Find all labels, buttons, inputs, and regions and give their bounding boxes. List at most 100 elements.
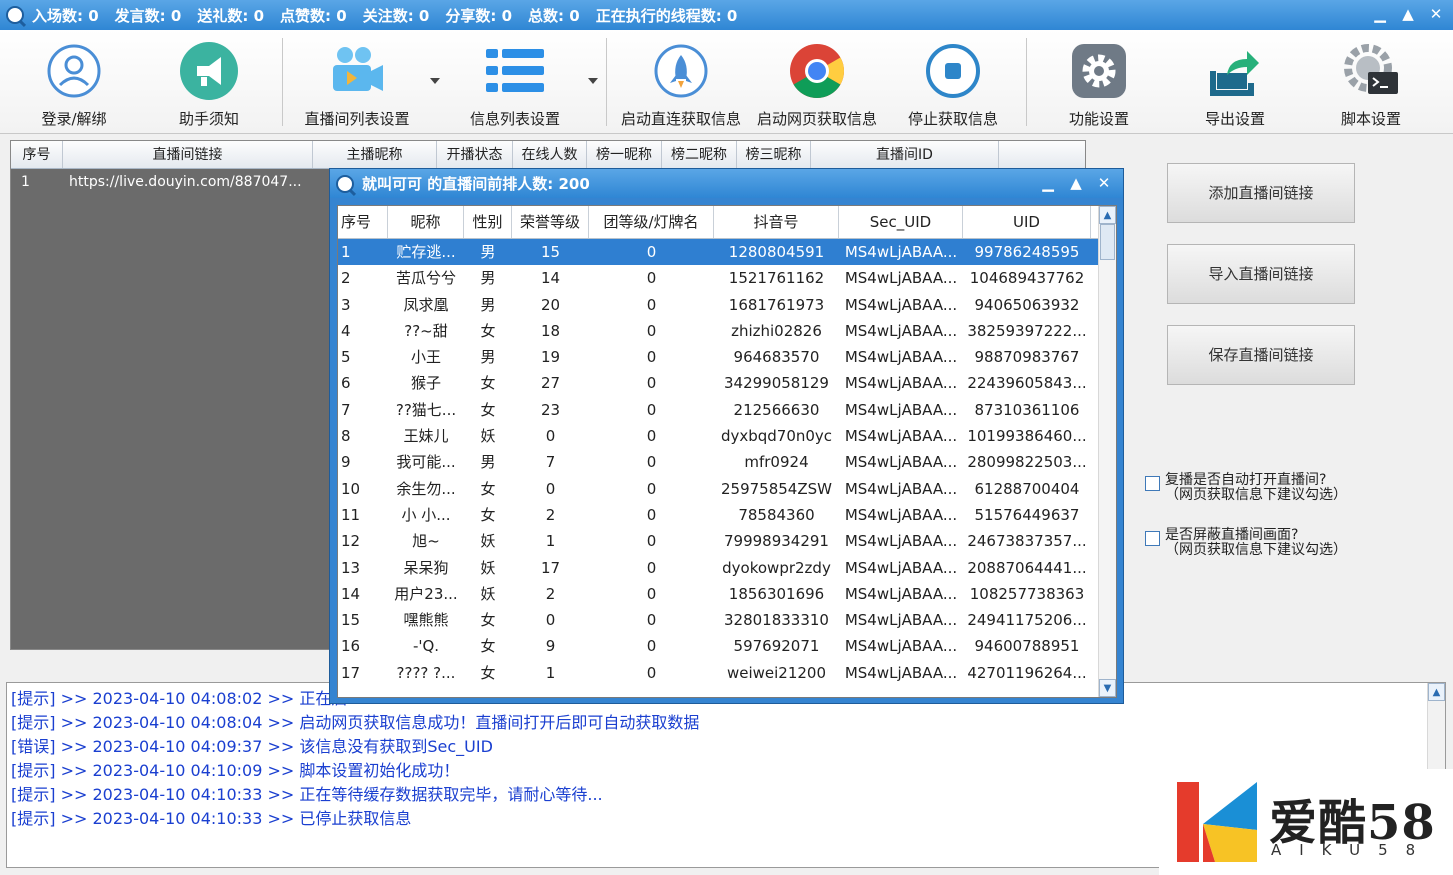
export-settings-button[interactable]: 导出设置 (1170, 40, 1300, 130)
table-row[interactable]: 15 嘿熊熊 女 0 0 32801833310 MS4wLjABAA... 24941175… (338, 607, 1116, 633)
feature-settings-button[interactable]: 功能设置 (1034, 40, 1164, 130)
table-cell: MS4wLjABAA... (844, 427, 958, 446)
stop-icon (922, 40, 984, 102)
table-row[interactable]: 11 小 小... 女 2 0 78584360 MS4wLjABAA... 51576449… (338, 502, 1116, 528)
table-row[interactable]: 9 我可能... 男 7 0 mfr0924 MS4wLjABAA... 2809982250… (338, 449, 1116, 475)
col-header[interactable]: 榜二昵称 (662, 141, 737, 168)
table-row[interactable]: 6 猴子 女 27 0 34299058129 MS4wLjABAA... 224396058… (338, 370, 1116, 396)
table-row[interactable]: 5 小王 男 19 0 964683570 MS4wLjABAA... 98870983767 (338, 344, 1116, 370)
col-header[interactable]: 榜三昵称 (737, 141, 811, 168)
col-header[interactable]: 荣誉等级 (512, 206, 589, 238)
col-header[interactable]: 序号 (11, 141, 63, 168)
scroll-up-icon[interactable]: ▲ (1099, 206, 1116, 224)
stop-fetch-button[interactable]: 停止获取信息 (888, 40, 1018, 130)
table-cell: mfr0924 (744, 453, 809, 472)
col-header[interactable]: Sec_UID (839, 206, 963, 238)
stats-bar: 入场数: 0 发言数: 0 送礼数: 0 点赞数: 0 关注数: 0 分享数: 0 总数: … (32, 5, 753, 26)
login-label: 登录/解绑 (41, 110, 107, 128)
table-cell: 0 (646, 505, 657, 524)
checkbox-hint: （网页获取信息下建议勾选） (1165, 487, 1347, 503)
table-row[interactable]: 8 王妹儿 妖 0 0 dyxbqd70n0yc MS4wLjABAA... 10199386… (338, 423, 1116, 449)
stat-counter: 正在执行的线程数: 0 (595, 6, 738, 25)
notice-button[interactable]: 助手须知 (144, 40, 274, 130)
table-cell: dyxbqd70n0yc (720, 427, 833, 446)
minimize-icon[interactable]: ▁ (1039, 173, 1057, 193)
table-cell: 0 (646, 400, 657, 419)
table-cell: MS4wLjABAA... (844, 479, 958, 498)
checkbox-box[interactable] (1145, 531, 1160, 546)
table-cell: 212566630 (733, 400, 820, 419)
save-link-button[interactable]: 保存直播间链接 (1167, 325, 1355, 385)
col-header[interactable]: 榜一昵称 (587, 141, 662, 168)
table-row[interactable]: 16 -'Q. 女 9 0 597692071 MS4wLjABAA... 946007889… (338, 633, 1116, 659)
table-cell: MS4wLjABAA... (844, 243, 958, 261)
table-cell: 8 (341, 427, 351, 446)
list-icon (484, 40, 546, 102)
import-link-button[interactable]: 导入直播间链接 (1167, 244, 1355, 304)
add-link-button[interactable]: 添加直播间链接 (1167, 163, 1355, 223)
auto-open-room-checkbox[interactable]: 复播是否自动打开直播间? （网页获取信息下建议勾选） (1145, 473, 1347, 503)
info-list-settings-button[interactable]: 信息列表设置 (450, 40, 580, 130)
ranking-table[interactable]: 序号 昵称 性别 荣誉等级 团等级/灯牌名 抖音号 Sec_UID UID 1 贮存逃... 男 1… (337, 205, 1117, 698)
table-cell: 王妹儿 (403, 427, 449, 446)
table-row[interactable]: 17 ???? ?... 女 1 0 weiwei21200 MS4wLjABAA... 42… (338, 660, 1116, 686)
room-list-settings-button[interactable]: 直播间列表设置 (292, 40, 422, 130)
minimize-icon[interactable]: ▁ (1371, 4, 1389, 24)
table-row[interactable]: 2 苦瓜兮兮 男 14 0 1521761162 MS4wLjABAA... 10468943… (338, 265, 1116, 291)
info-list-dropdown-arrow[interactable] (588, 78, 598, 84)
close-icon[interactable]: ✕ (1095, 173, 1113, 193)
col-header[interactable]: 昵称 (388, 206, 464, 238)
table-row[interactable]: 4 ??~甜 女 18 0 zhizhi02826 MS4wLjABAA... 3825939… (338, 318, 1116, 344)
scroll-thumb[interactable] (1100, 224, 1115, 260)
start-web-fetch-label: 启动网页获取信息 (756, 110, 877, 128)
table-cell: 28099822503... (967, 453, 1087, 472)
export-icon (1204, 40, 1266, 102)
table-cell: 女 (480, 479, 496, 498)
col-header[interactable]: 在线人数 (513, 141, 587, 168)
col-header[interactable]: 主播昵称 (313, 141, 437, 168)
close-icon[interactable]: ✕ (1427, 4, 1445, 24)
col-header[interactable]: 团等级/灯牌名 (589, 206, 714, 238)
table-cell: 15 (540, 243, 561, 261)
table-row[interactable]: 12 旭~ 妖 1 0 79998934291 MS4wLjABAA... 246738373… (338, 528, 1116, 554)
dialog-search-icon (336, 174, 354, 193)
col-header[interactable]: 开播状态 (437, 141, 513, 168)
col-header[interactable]: 序号 (338, 206, 388, 238)
start-live-fetch-label: 启动直连获取信息 (620, 110, 741, 128)
col-header[interactable]: 直播间ID (811, 141, 999, 168)
block-room-video-checkbox[interactable]: 是否屏蔽直播间画面? （网页获取信息下建议勾选） (1145, 528, 1347, 558)
table-cell: 0 (545, 427, 556, 446)
scroll-down-icon[interactable]: ▼ (1099, 679, 1116, 697)
script-settings-button[interactable]: 脚本设置 (1306, 40, 1436, 130)
table-row[interactable]: 7 ??猫七... 女 23 0 212566630 MS4wLjABAA... 873103… (338, 397, 1116, 423)
scroll-up-icon[interactable]: ▲ (1428, 683, 1445, 701)
table-cell: 0 (646, 374, 657, 393)
maximize-icon[interactable]: ▲ (1399, 4, 1417, 24)
table-cell: MS4wLjABAA... (844, 611, 958, 630)
start-live-fetch-button[interactable]: 启动直连获取信息 (616, 40, 746, 130)
table-row[interactable]: 13 呆呆狗 妖 17 0 dyokowpr2zdy MS4wLjABAA... 208870… (338, 555, 1116, 581)
start-web-fetch-button[interactable]: 启动网页获取信息 (752, 40, 882, 130)
col-header[interactable]: 性别 (464, 206, 512, 238)
table-row[interactable]: 1 贮存逃... 男 15 0 1280804591 MS4wLjABAA... 997862… (338, 239, 1116, 266)
table-cell: 苦瓜兮兮 (395, 269, 456, 288)
checkbox-box[interactable] (1145, 476, 1160, 491)
ranking-scrollbar[interactable]: ▲ ▼ (1098, 206, 1116, 697)
table-cell: 小王 (410, 348, 441, 367)
watermark-subtext: AIKU58 (1271, 841, 1434, 859)
login-button[interactable]: 登录/解绑 (9, 40, 139, 130)
room-list-dropdown-arrow[interactable] (430, 78, 440, 84)
table-row[interactable]: 14 用户23... 妖 2 0 1856301696 MS4wLjABAA... 10825… (338, 581, 1116, 607)
col-header[interactable]: 直播间链接 (63, 141, 313, 168)
col-header[interactable]: 抖音号 (714, 206, 839, 238)
maximize-icon[interactable]: ▲ (1067, 173, 1085, 193)
table-cell: 0 (646, 348, 657, 367)
table-row[interactable]: 3 凤求凰 男 20 0 1681761973 MS4wLjABAA... 940650639… (338, 292, 1116, 318)
table-cell: 98870983767 (974, 348, 1080, 367)
dialog-title-bar[interactable]: 就叫可可 的直播间前排人数: 200 ▁ ▲ ✕ (330, 169, 1123, 198)
table-cell: 0 (646, 295, 657, 314)
table-row[interactable]: 10 余生勿... 女 0 0 25975854ZSW MS4wLjABAA... 61288… (338, 476, 1116, 502)
table-cell: 0 (545, 611, 556, 630)
col-header[interactable]: UID (963, 206, 1091, 238)
checkbox-label: 是否屏蔽直播间画面? (1165, 527, 1299, 543)
